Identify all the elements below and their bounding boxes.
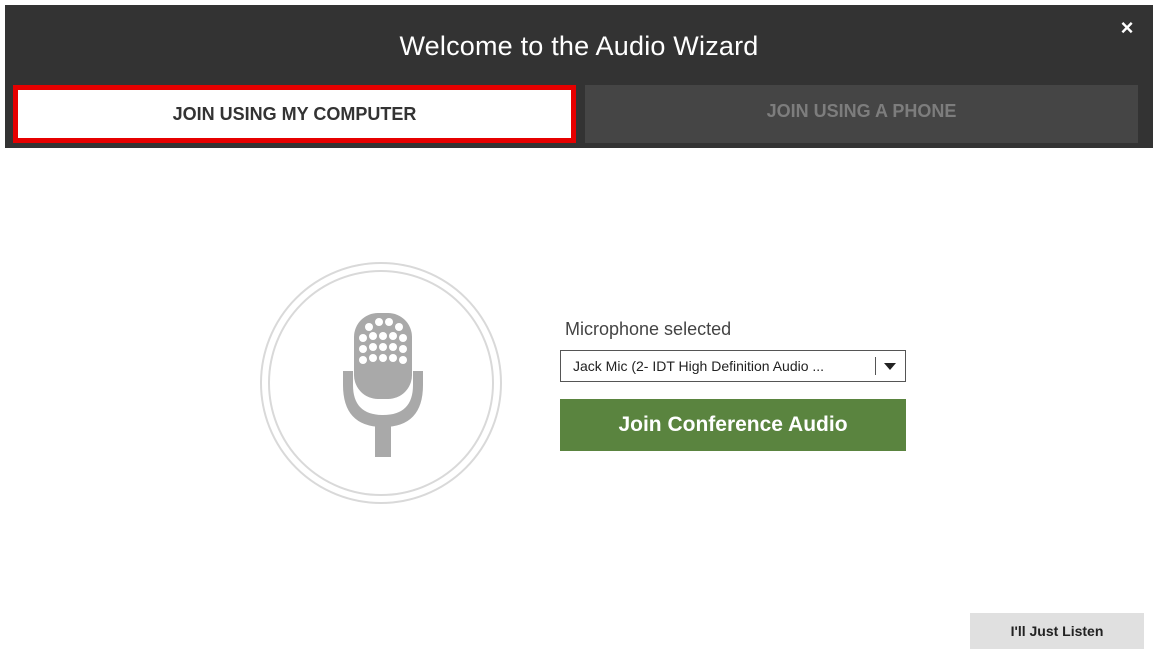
microphone-graphic [260,262,502,504]
microphone-select-value: Jack Mic (2- IDT High Definition Audio .… [573,358,825,374]
microphone-select[interactable]: Jack Mic (2- IDT High Definition Audio .… [560,350,906,382]
tab-join-using-phone[interactable]: JOIN USING A PHONE [585,85,1138,143]
select-divider [875,357,876,375]
just-listen-button[interactable]: I'll Just Listen [970,613,1144,649]
tab-join-using-computer[interactable]: JOIN USING MY COMPUTER [13,85,576,143]
chevron-down-icon[interactable] [884,363,896,370]
microphone-selected-label: Microphone selected [565,319,732,339]
audio-wizard-dialog: Welcome to the Audio Wizard × JOIN USING… [0,0,1156,662]
dialog-title: Welcome to the Audio Wizard [399,31,759,61]
join-conference-audio-button[interactable]: Join Conference Audio [560,399,906,451]
close-icon: × [1120,15,1134,40]
microphone-icon [343,313,423,457]
close-button[interactable]: × [1117,15,1137,40]
